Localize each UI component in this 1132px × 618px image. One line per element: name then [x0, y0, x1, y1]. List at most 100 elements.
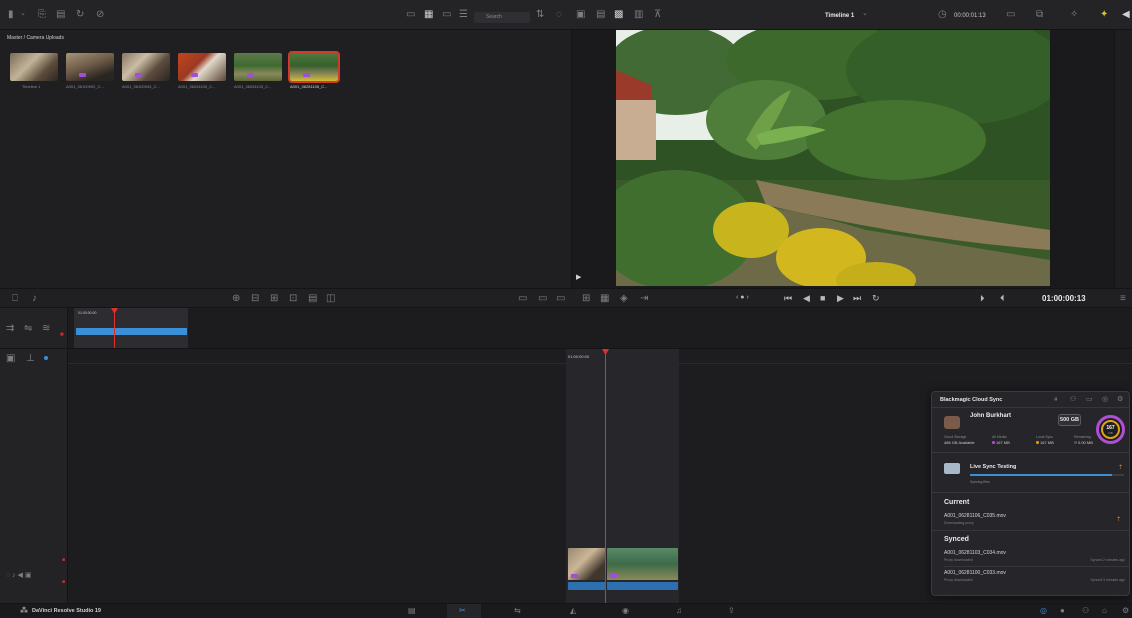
- dual-viewer-icon[interactable]: ▤: [596, 10, 605, 20]
- link-clips-icon[interactable]: ⊡: [289, 294, 297, 304]
- options-icon[interactable]: ≡: [1120, 294, 1126, 304]
- thumbnail-view-icon[interactable]: ▭: [406, 10, 415, 20]
- blade-icon[interactable]: ⊞: [270, 294, 278, 304]
- loop-icon[interactable]: ↻: [872, 294, 880, 303]
- go-to-start-icon[interactable]: ⏮: [784, 294, 792, 303]
- clip-thumbnail[interactable]: Timeline 1: [10, 53, 58, 89]
- marker-icon[interactable]: ◫: [326, 294, 335, 304]
- settings-icon[interactable]: ⚙: [1122, 607, 1129, 615]
- clip-badge: [247, 73, 254, 77]
- timeline-name[interactable]: Timeline 1: [825, 13, 854, 19]
- audio-wave-icon[interactable]: ≋: [42, 324, 50, 334]
- viewer-scroll-ruler[interactable]: [1114, 30, 1132, 288]
- clip-thumbnail[interactable]: A001_06100943_C...: [122, 53, 170, 89]
- cloud-icon[interactable]: ◎: [1102, 396, 1108, 403]
- trim-icon[interactable]: ⊟: [251, 294, 259, 304]
- sync-icon[interactable]: ↻: [76, 10, 84, 20]
- home-icon[interactable]: ⌂: [1102, 607, 1107, 615]
- cloud-sync-panel: Blackmagic Cloud Sync ⏸ ⚇ ▭ ◎ ⚙ John Bur…: [931, 391, 1130, 596]
- go-to-end-icon[interactable]: ⏭: [853, 294, 861, 303]
- clip-thumbnail[interactable]: A001_06281103_C...: [234, 53, 282, 89]
- replace-icon[interactable]: ▭: [556, 294, 565, 304]
- append-icon[interactable]: ⊞: [582, 294, 590, 304]
- overwrite-icon[interactable]: ▭: [538, 294, 547, 304]
- clip-thumbnail[interactable]: A001_06281100_C...: [178, 53, 226, 89]
- mark-in-icon[interactable]: ⏵: [980, 294, 985, 303]
- jog-control-icon[interactable]: ‹ ● ›: [736, 294, 749, 301]
- list-icon[interactable]: ▤: [56, 10, 65, 20]
- breadcrumb[interactable]: Master / Camera Uploads: [7, 35, 64, 41]
- mark-out-icon[interactable]: ⏴: [1000, 294, 1005, 303]
- flag-icon[interactable]: ▶: [576, 274, 581, 281]
- timeline-chevron-icon[interactable]: ⌄: [862, 10, 868, 17]
- lock-icon[interactable]: ⎕: [12, 294, 18, 304]
- list-view-icon[interactable]: ☰: [459, 10, 468, 20]
- gear-icon[interactable]: ⚙: [1117, 396, 1123, 403]
- project-name[interactable]: Live Sync Testing: [970, 464, 1016, 470]
- media-page-icon[interactable]: ▤: [408, 607, 416, 615]
- clip-badge: [79, 73, 86, 77]
- grid-view-icon[interactable]: ▦: [424, 10, 433, 20]
- source-viewer-icon[interactable]: ▩: [614, 10, 623, 20]
- color-page-icon[interactable]: ◉: [622, 607, 629, 615]
- clip-thumbnail-selected[interactable]: A001_06281106_C...: [288, 51, 340, 89]
- audio-meter-icon[interactable]: ♪: [32, 294, 37, 304]
- pause-icon[interactable]: ⏸: [1054, 396, 1058, 403]
- clip-badge: [191, 73, 198, 77]
- audio-track-controls-icon[interactable]: ◌ ♪ ◀ ▣: [6, 572, 32, 579]
- timeline-clip[interactable]: [607, 548, 678, 590]
- flag-tool-icon[interactable]: ▤: [308, 294, 317, 304]
- insert-icon[interactable]: ▭: [518, 294, 527, 304]
- gate-icon[interactable]: ⊼: [654, 10, 661, 20]
- cinema-icon[interactable]: ▥: [634, 10, 643, 20]
- cut-page-icon[interactable]: ✂: [459, 607, 466, 615]
- storage-ring-unit: MB: [1108, 431, 1113, 435]
- place-on-top-icon[interactable]: ▦: [600, 294, 609, 304]
- storage-plan-badge[interactable]: 500 GB: [1058, 414, 1081, 426]
- timeline-clip[interactable]: [568, 548, 606, 590]
- folder-icon[interactable]: ▭: [1086, 396, 1093, 403]
- track-lock-icon[interactable]: ⊥: [26, 354, 35, 364]
- track-height-icon[interactable]: ⇋: [24, 324, 32, 334]
- ripple-icon[interactable]: ◈: [620, 294, 628, 304]
- mini-playhead[interactable]: [114, 308, 115, 348]
- bypass-icon[interactable]: ✦: [1100, 10, 1108, 20]
- edit-page-icon[interactable]: ⇆: [514, 607, 521, 615]
- new-bin-icon[interactable]: ⎘: [38, 10, 46, 20]
- fx-icon[interactable]: ✧: [1070, 10, 1078, 20]
- project-folder-icon: [944, 463, 960, 474]
- search-input[interactable]: Search: [474, 12, 530, 23]
- users-icon[interactable]: ⚇: [1070, 396, 1076, 403]
- display-icon[interactable]: ⧉: [1036, 10, 1043, 20]
- deliver-page-icon[interactable]: ⇪: [728, 607, 735, 615]
- chevron-down-icon[interactable]: ⌄: [20, 10, 26, 17]
- sort-icon[interactable]: ⇅: [536, 10, 544, 20]
- video-track-icon[interactable]: ▣: [6, 354, 15, 364]
- fit-to-fill-icon[interactable]: ⇥: [640, 294, 648, 304]
- clip-thumbnail[interactable]: A001_06100902_C...: [66, 53, 114, 89]
- viewer: ▶: [572, 30, 1132, 288]
- fairlight-page-icon[interactable]: ♫: [676, 607, 682, 615]
- scale-icon[interactable]: ⇉: [6, 324, 14, 334]
- volume-icon[interactable]: ◀: [1122, 10, 1130, 20]
- timeline-playhead[interactable]: [605, 349, 606, 604]
- cloud-sync-icon[interactable]: ◎: [1040, 607, 1047, 615]
- play-icon[interactable]: ▶: [837, 294, 844, 303]
- viewer-mode-icon[interactable]: ▣: [576, 10, 585, 20]
- viewer-frame[interactable]: [616, 30, 1050, 286]
- play-reverse-icon[interactable]: ◀: [803, 294, 810, 303]
- collaborators-icon[interactable]: ⚇: [1082, 607, 1089, 615]
- clone-icon[interactable]: ◌: [556, 10, 562, 20]
- stat-value: 486 GB Available: [944, 440, 975, 445]
- viewer-size-icon[interactable]: ▭: [1006, 10, 1015, 20]
- strip-view-icon[interactable]: ▭: [442, 10, 451, 20]
- chat-icon[interactable]: ●: [1060, 607, 1065, 615]
- clip-badge: [610, 574, 617, 578]
- stop-icon[interactable]: ■: [820, 294, 825, 303]
- clip-video-thumb: [568, 548, 606, 580]
- panel-toggle-icon[interactable]: ▮: [8, 10, 14, 20]
- tool-icon[interactable]: ⊕: [232, 294, 240, 304]
- fusion-page-icon[interactable]: ◭: [570, 607, 576, 615]
- link-icon[interactable]: ⊘: [96, 10, 104, 20]
- upper-timeline-clip[interactable]: [76, 328, 187, 335]
